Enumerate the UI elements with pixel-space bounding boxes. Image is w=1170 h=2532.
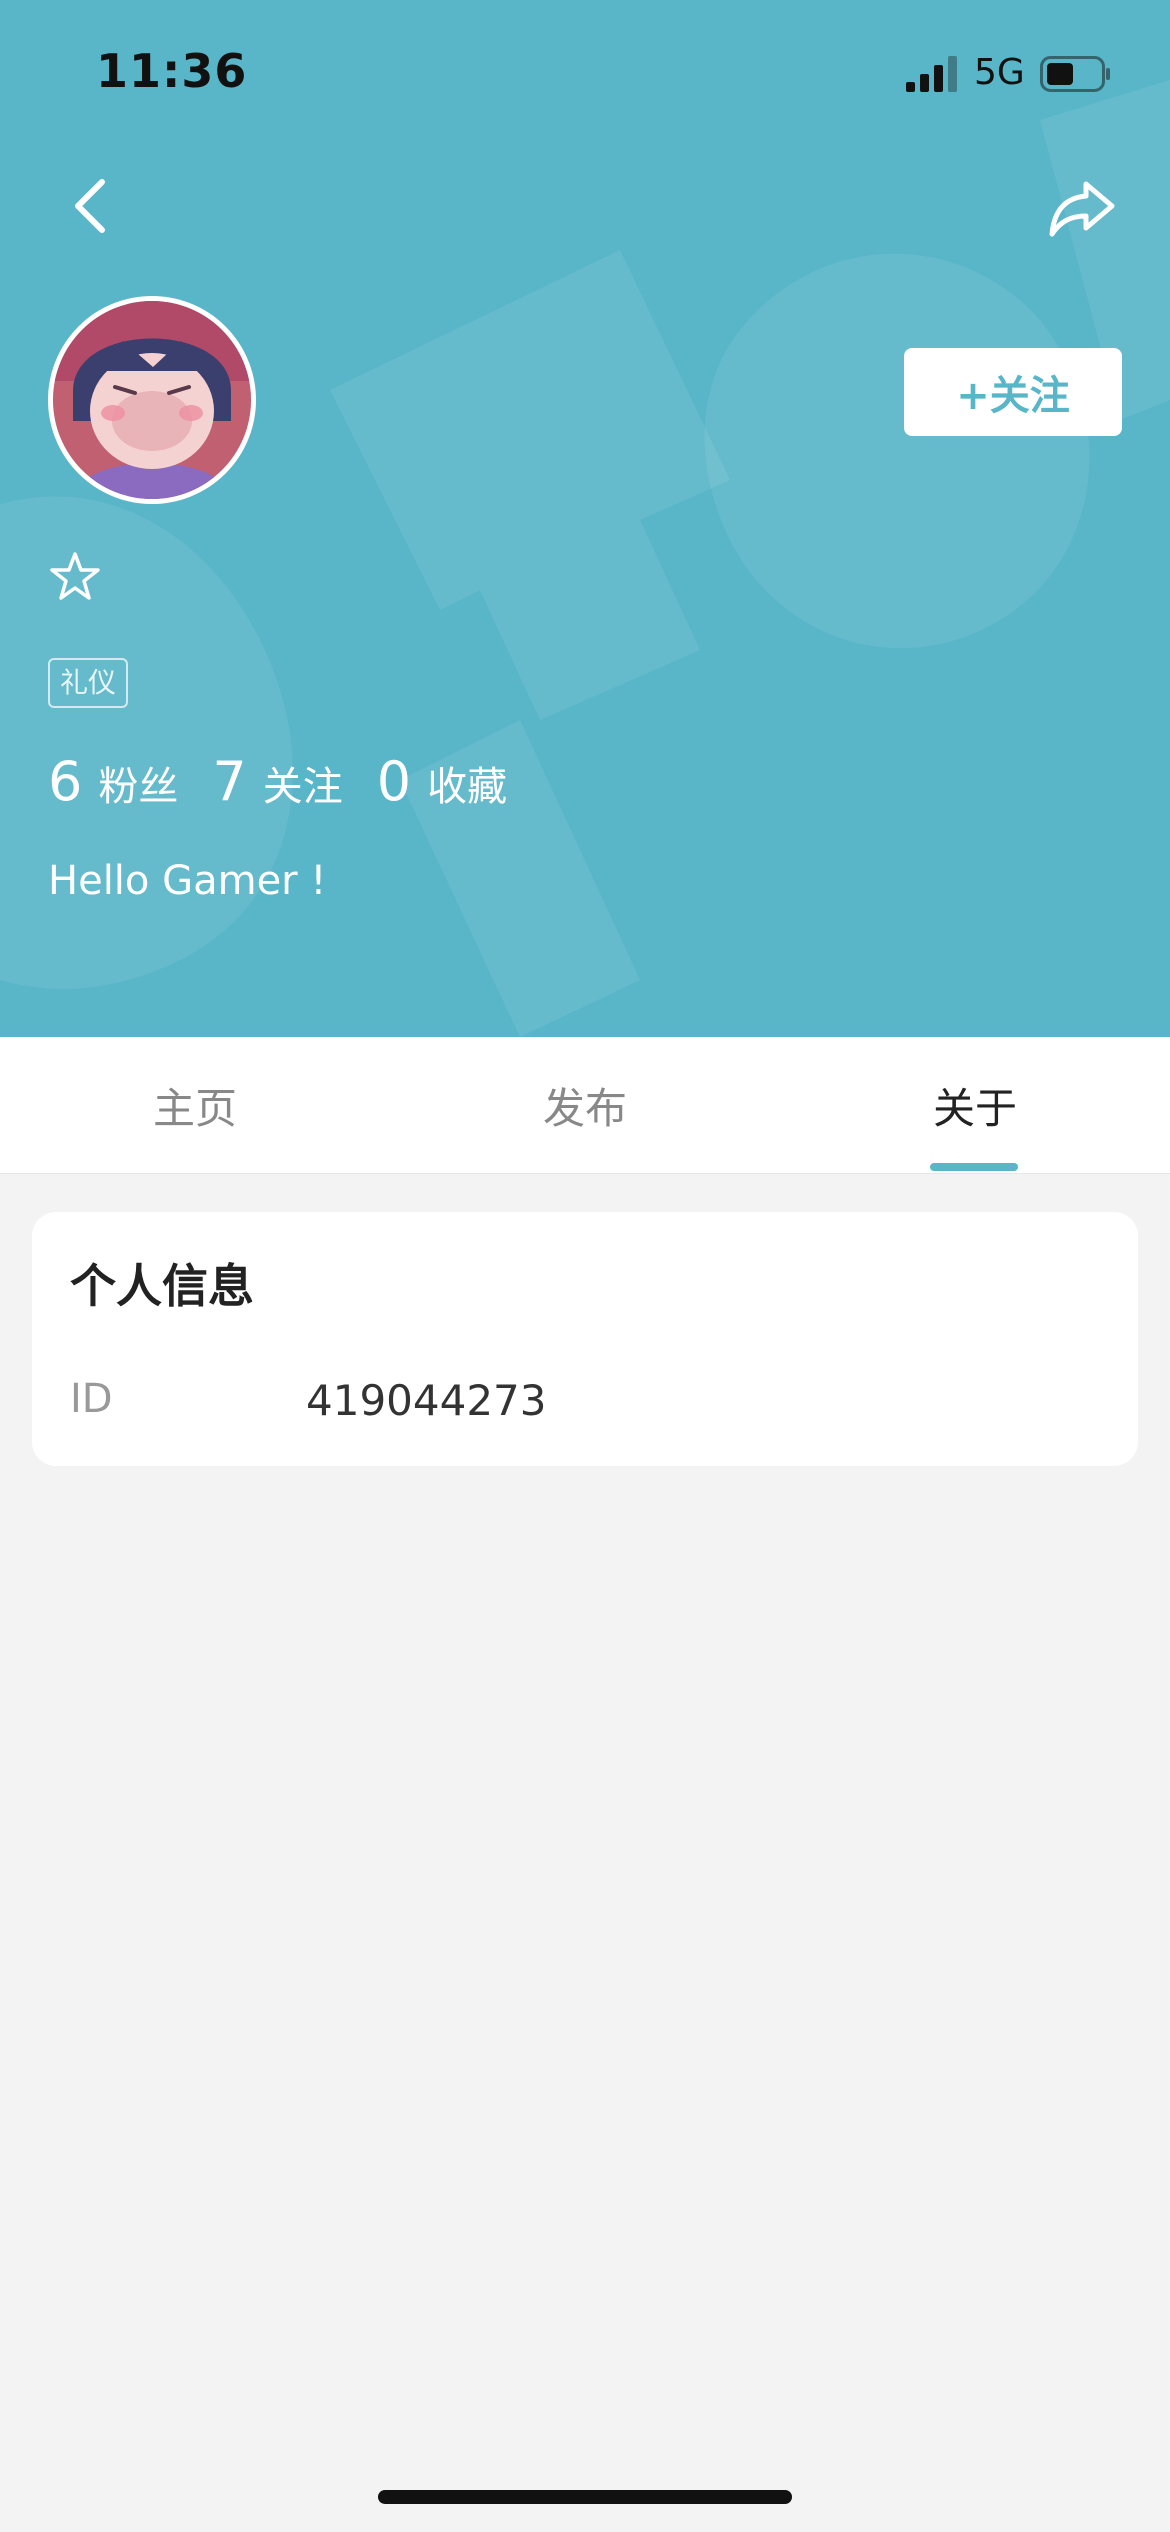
tab-home[interactable]: 主页 — [0, 1037, 390, 1173]
share-arrow-icon[interactable] — [1046, 170, 1118, 242]
tab-posts[interactable]: 发布 — [390, 1037, 780, 1173]
stat-label: 粉丝 — [98, 764, 179, 810]
id-label: ID — [70, 1376, 113, 1422]
back-chevron-icon[interactable] — [60, 170, 124, 242]
id-value: 419044273 — [306, 1376, 547, 1425]
stat-value: 7 — [212, 750, 247, 813]
stat-following[interactable]: 7 关注 — [212, 750, 342, 813]
stat-label: 关注 — [262, 764, 343, 810]
stats-row: 6 粉丝 7 关注 0 收藏 — [48, 750, 541, 813]
signal-strength-icon — [906, 56, 957, 92]
network-label: 5G — [974, 52, 1025, 93]
stat-label: 收藏 — [427, 764, 508, 810]
avatar-image — [53, 301, 251, 499]
stat-value: 0 — [376, 750, 412, 813]
status-time: 11:36 — [96, 44, 248, 98]
home-indicator[interactable] — [378, 2490, 792, 2504]
profile-header: 11:36 5G +关注 礼仪 6 粉丝 7 关注 0 收藏 Hello Gam… — [0, 0, 1170, 1037]
stat-followers[interactable]: 6 粉丝 — [48, 750, 178, 813]
stat-value: 6 — [48, 750, 83, 813]
user-tag: 礼仪 — [48, 658, 129, 708]
personal-info-card: 个人信息 ID 419044273 — [32, 1212, 1138, 1466]
tab-bar: 主页 发布 关于 — [0, 1037, 1170, 1174]
star-icon[interactable] — [48, 550, 102, 604]
status-bar: 11:36 5G — [0, 0, 1170, 140]
active-tab-indicator — [930, 1163, 1018, 1171]
avatar[interactable] — [48, 296, 256, 504]
stat-favorites[interactable]: 0 收藏 — [377, 750, 507, 813]
tab-about[interactable]: 关于 — [780, 1037, 1170, 1173]
battery-icon — [1040, 56, 1110, 92]
bio-text: Hello Gamer ! — [48, 858, 327, 904]
follow-button[interactable]: +关注 — [904, 348, 1122, 436]
card-title: 个人信息 — [70, 1259, 254, 1313]
